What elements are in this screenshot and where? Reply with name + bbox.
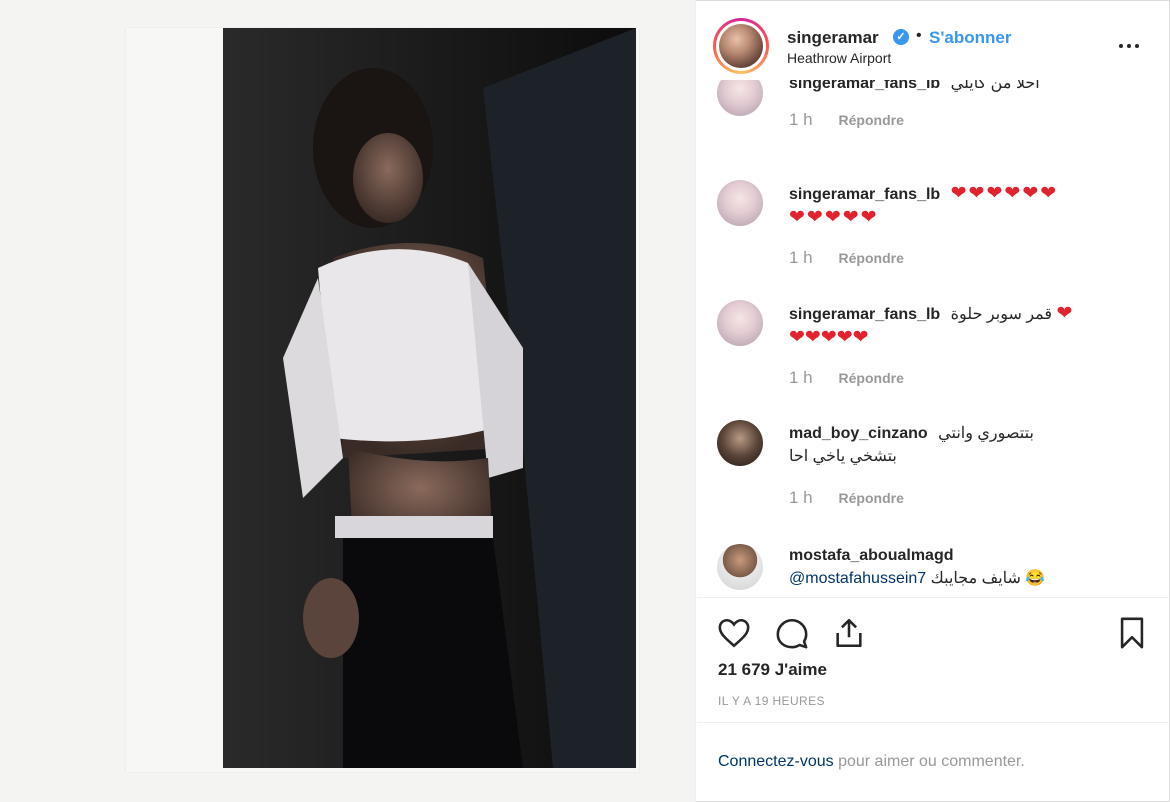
reply-button[interactable]: Répondre (839, 490, 904, 506)
login-prompt-rest: pour aimer ou commenter. (833, 753, 1025, 770)
commenter-avatar[interactable] (717, 180, 763, 226)
share-icon[interactable] (832, 616, 866, 650)
comment-username[interactable]: singeramar_fans_lb (789, 186, 940, 203)
post-location[interactable]: Heathrow Airport (787, 50, 891, 66)
comment-meta: 1 h Répondre (789, 368, 904, 388)
comment-time[interactable]: 1 h (789, 368, 813, 387)
comment-username[interactable]: mad_boy_cinzano (789, 425, 928, 442)
comment-text: mostafa_aboualmagd @mostafahussein7 شايف… (789, 544, 1139, 590)
comment-body: قمر سوبر حلوة (950, 306, 1053, 323)
comment-username[interactable]: mostafa_aboualmagd (789, 547, 953, 564)
post-sidebar: singeramar ✓ • S'abonner Heathrow Airpor… (697, 0, 1169, 802)
heart-emoji-icon: ❤❤❤❤❤ (789, 327, 869, 348)
polaroid-photo[interactable] (126, 28, 639, 772)
laughing-emoji-icon: 😂 (1025, 570, 1046, 587)
comments-list[interactable]: singeramar_fans_lb احلا من كايلي 1 h Rép… (697, 80, 1169, 596)
comment-time[interactable]: 1 h (789, 110, 813, 129)
commenter-avatar[interactable] (717, 544, 763, 590)
login-prompt: Connectez-vous pour aimer ou commenter. (697, 722, 1169, 802)
comment-meta: 1 h Répondre (789, 110, 904, 130)
reply-button[interactable]: Répondre (839, 250, 904, 266)
login-prompt-text: Connectez-vous pour aimer ou commenter. (718, 753, 1025, 771)
follow-button[interactable]: S'abonner (929, 28, 1011, 48)
owner-username[interactable]: singeramar (787, 28, 879, 48)
reply-button[interactable]: Répondre (839, 370, 904, 386)
comment-body: بتتصوري وانتي (938, 425, 1034, 442)
comment-mention[interactable]: @mostafahussein7 (789, 570, 926, 587)
comment-username[interactable]: singeramar_fans_lb (789, 80, 940, 92)
comment-time[interactable]: 1 h (789, 488, 813, 507)
heart-emoji-icon: ❤ (1056, 303, 1073, 324)
owner-avatar-image (719, 24, 763, 68)
comment-body-line2: بتشخي ياخي احا (789, 448, 897, 465)
comment-text: singeramar_fans_lb احلا من كايلي (789, 80, 1139, 95)
separator-dot: • (916, 27, 922, 44)
reply-button[interactable]: Répondre (839, 112, 904, 128)
commenter-avatar[interactable] (717, 420, 763, 466)
commenter-avatar[interactable] (717, 80, 763, 116)
post-timestamp[interactable]: IL Y A 19 HEURES (718, 694, 825, 708)
photo-illustration (223, 28, 636, 768)
comment-bubble-icon[interactable] (775, 616, 809, 650)
heart-emoji-icon: ❤❤❤❤❤❤ (950, 183, 1059, 204)
comment-body: احلا من كايلي (950, 80, 1040, 92)
owner-avatar[interactable] (713, 18, 769, 74)
post-media-panel (0, 0, 696, 802)
likes-count[interactable]: 21 679 J'aime (718, 660, 827, 680)
commenter-avatar[interactable] (717, 300, 763, 346)
more-options-icon[interactable] (1119, 35, 1143, 48)
comment-meta: 1 h Répondre (789, 488, 904, 508)
heart-outline-icon[interactable] (717, 616, 751, 650)
bookmark-icon[interactable] (1115, 616, 1149, 650)
login-link[interactable]: Connectez-vous (718, 753, 834, 770)
verified-badge-icon: ✓ (893, 29, 909, 45)
comment-text: singeramar_fans_lb ❤❤❤❤❤❤ ❤❤❤❤❤ (789, 182, 1139, 230)
post-header: singeramar ✓ • S'abonner Heathrow Airpor… (697, 0, 1169, 79)
comment-text: mad_boy_cinzano بتتصوري وانتي بتشخي ياخي… (789, 422, 1139, 468)
comment-username[interactable]: singeramar_fans_lb (789, 306, 940, 323)
comment-meta: 1 h Répondre (789, 248, 904, 268)
comment-body: شايف مجايبك (930, 570, 1021, 587)
post-photo (223, 28, 636, 768)
comment-time[interactable]: 1 h (789, 248, 813, 267)
heart-emoji-icon: ❤❤❤❤❤ (789, 207, 879, 228)
comment-text: singeramar_fans_lb قمر سوبر حلوة ❤ ❤❤❤❤❤ (789, 302, 1139, 350)
